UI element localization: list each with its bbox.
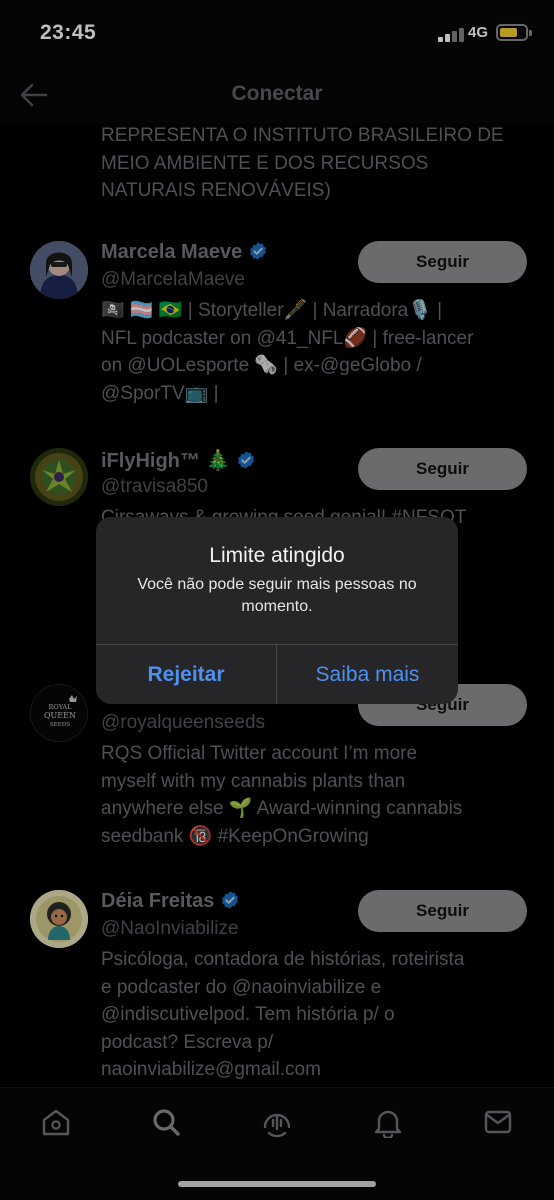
- alert-message: Você não pode seguir mais pessoas no mom…: [137, 576, 417, 615]
- reject-button[interactable]: Rejeitar: [96, 645, 276, 704]
- alert-title: Limite atingido: [209, 544, 345, 567]
- learn-more-button[interactable]: Saiba mais: [277, 645, 458, 704]
- limit-reached-alert: Limite atingido Você não pode seguir mai…: [96, 517, 458, 704]
